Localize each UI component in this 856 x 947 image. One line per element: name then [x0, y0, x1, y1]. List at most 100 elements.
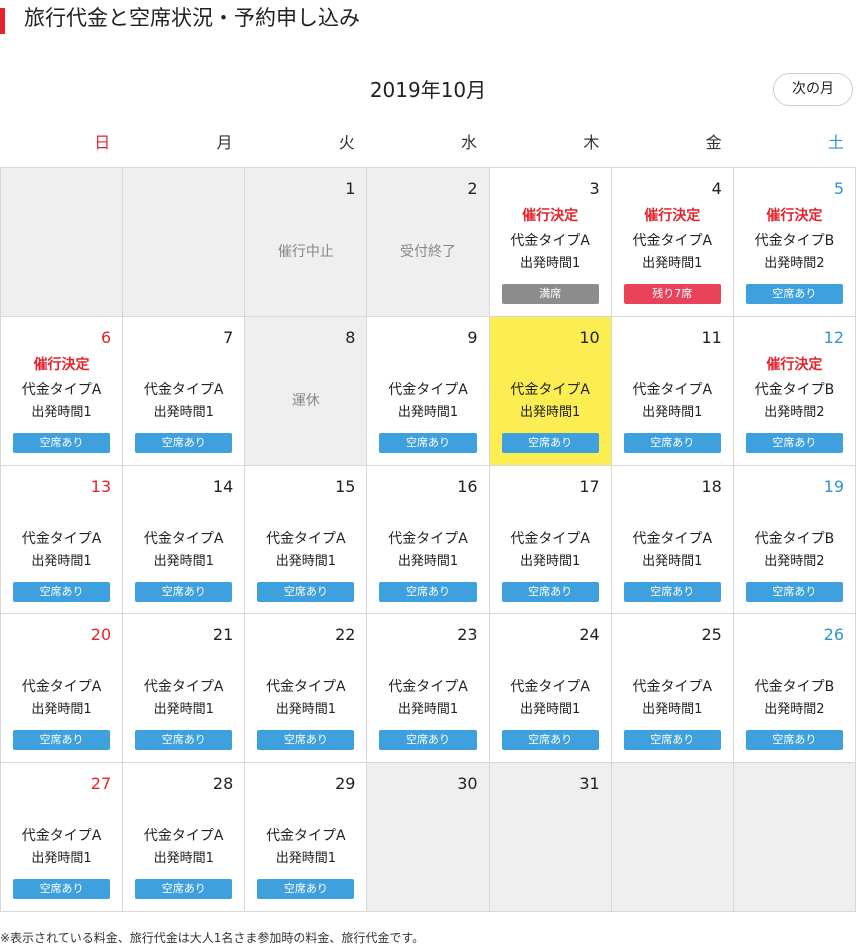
seats-available-button[interactable]: 空席あり	[135, 730, 233, 751]
header-accent-bar	[0, 8, 5, 34]
calendar-day-cell[interactable]: 22 代金タイプA 出発時間1 空席あり	[245, 614, 368, 764]
seats-available-button[interactable]: 空席あり	[257, 581, 355, 602]
day-number: 14	[212, 476, 234, 496]
calendar-day-cell[interactable]: 19 代金タイプB 出発時間2 空席あり	[733, 465, 856, 615]
day-number: 24	[579, 625, 600, 645]
calendar-day-cell[interactable]: 6 催行決定 代金タイプA 出発時間1 空席あり	[1, 316, 124, 466]
seats-available-button[interactable]: 空席あり	[745, 432, 843, 453]
departure-time-label: 出発時間1	[275, 553, 336, 569]
seats-available-button[interactable]: 空席あり	[745, 730, 843, 751]
few-seats-button[interactable]: 残り7席	[623, 284, 721, 304]
departure-time-label: 出発時間1	[153, 851, 214, 867]
seats-available-button[interactable]: 空席あり	[13, 581, 111, 602]
price-type-label: 代金タイプB	[754, 233, 835, 249]
calendar-day-cell[interactable]: 11 代金タイプA 出発時間1 空席あり	[611, 316, 734, 466]
departure-time-label: 出発時間1	[31, 553, 92, 569]
price-type-label: 代金タイプA	[266, 828, 346, 845]
departure-time-label: 出発時間1	[31, 851, 92, 867]
calendar-day-cell[interactable]: 20 代金タイプA 出発時間1 空席あり	[1, 614, 124, 764]
price-type-label: 代金タイプA	[510, 233, 590, 249]
day-number: 16	[457, 476, 478, 496]
seats-available-button[interactable]: 空席あり	[745, 284, 843, 304]
calendar-day-cell[interactable]: 7 代金タイプA 出発時間1 空席あり	[123, 316, 246, 466]
day-number: 18	[701, 476, 722, 496]
calendar-day-cell[interactable]: 12 催行決定 代金タイプB 出発時間2 空席あり	[733, 316, 856, 466]
day-number: 10	[579, 327, 600, 347]
price-type-label: 代金タイプA	[143, 381, 224, 398]
calendar-day-cell[interactable]: 26 代金タイプB 出発時間2 空席あり	[733, 614, 856, 764]
calendar-day-cell[interactable]: 13 代金タイプA 出発時間1 空席あり	[1, 465, 124, 615]
calendar-day-cell[interactable]: 4 催行決定 代金タイプA 出発時間1 残り7席	[611, 168, 734, 317]
calendar-grid: 1 催行中止 2 受付終了 3 催行決定 代金タイプA 出発時間1 満席 4 催行決定 代金タイプA 出…	[0, 167, 856, 912]
day-number: 23	[457, 625, 478, 645]
day-number: 9	[467, 327, 478, 347]
calendar-day-cell[interactable]: 16 代金タイプA 出発時間1 空席あり	[367, 465, 490, 615]
seats-available-button[interactable]: 空席あり	[379, 432, 477, 453]
seats-available-button[interactable]: 空席あり	[13, 879, 111, 900]
seats-available-button[interactable]: 空席あり	[13, 432, 111, 453]
seats-available-button[interactable]: 空席あり	[623, 581, 721, 602]
calendar-day-cell[interactable]: 5 催行決定 代金タイプB 出発時間2 空席あり	[733, 168, 856, 317]
tour-confirmed-label: 催行決定	[522, 208, 579, 224]
calendar-cell-empty	[733, 763, 856, 912]
tour-confirmed-label: 催行決定	[766, 208, 823, 224]
price-type-label: 代金タイプA	[388, 679, 468, 696]
calendar-day-cell[interactable]: 27 代金タイプA 出発時間1 空席あり	[1, 763, 124, 912]
day-number: 4	[711, 179, 722, 198]
seats-available-button[interactable]: 空席あり	[745, 581, 843, 602]
weekday-label: 火	[338, 133, 355, 152]
calendar-day-cell[interactable]: 21 代金タイプA 出発時間1 空席あり	[123, 614, 246, 764]
departure-time-label: 出発時間1	[31, 702, 92, 718]
price-type-label: 代金タイプA	[266, 679, 346, 696]
day-number: 17	[579, 476, 600, 496]
weekday-label: 土	[827, 133, 844, 152]
calendar-day-cell[interactable]: 17 代金タイプA 出発時間1 空席あり	[489, 465, 612, 615]
weekday-label: 金	[705, 133, 722, 152]
calendar-day-cell[interactable]: 3 催行決定 代金タイプA 出発時間1 満席	[489, 168, 612, 317]
calendar-day-cell[interactable]: 25 代金タイプA 出発時間1 空席あり	[611, 614, 734, 764]
price-type-label: 代金タイプA	[632, 530, 713, 547]
seats-available-button[interactable]: 空席あり	[623, 432, 721, 453]
departure-time-label: 出発時間1	[642, 404, 703, 420]
sold-out-badge: 満席	[501, 284, 599, 304]
calendar-day-cell[interactable]: 15 代金タイプA 出発時間1 空席あり	[245, 465, 368, 615]
day-number: 21	[212, 625, 234, 645]
calendar-day-cell[interactable]: 9 代金タイプA 出発時間1 空席あり	[367, 316, 490, 466]
seats-available-button[interactable]: 空席あり	[379, 581, 477, 602]
next-month-button[interactable]: 次の月	[773, 73, 853, 106]
day-number: 29	[335, 774, 356, 794]
departure-time-label: 出発時間1	[642, 553, 703, 569]
seats-available-button[interactable]: 空席あり	[135, 432, 233, 453]
seats-available-button[interactable]: 空席あり	[379, 730, 477, 751]
day-number: 15	[335, 476, 356, 496]
price-note: ※表示されている料金、旅行代金は大人1名さま参加時の料金、旅行代金です。	[0, 931, 425, 945]
departure-time-label: 出発時間1	[153, 553, 214, 569]
weekday-label: 水	[461, 133, 478, 152]
tour-confirmed-label: 催行決定	[33, 356, 90, 373]
calendar-day-cell[interactable]: 14 代金タイプA 出発時間1 空席あり	[123, 465, 246, 615]
seats-available-button[interactable]: 空席あり	[501, 432, 599, 453]
calendar-day-cell[interactable]: 28 代金タイプA 出発時間1 空席あり	[123, 763, 246, 912]
calendar-day-cell[interactable]: 18 代金タイプA 出発時間1 空席あり	[611, 465, 734, 615]
seats-available-button[interactable]: 空席あり	[135, 581, 233, 602]
price-type-label: 代金タイプA	[21, 679, 102, 696]
calendar-cell-empty	[123, 168, 246, 317]
calendar-day-cell[interactable]: 23 代金タイプA 出発時間1 空席あり	[367, 614, 490, 764]
departure-time-label: 出発時間1	[153, 702, 214, 718]
departure-time-label: 出発時間2	[764, 256, 825, 271]
departure-time-label: 出発時間2	[764, 404, 825, 420]
seats-available-button[interactable]: 空席あり	[623, 730, 721, 751]
calendar-day-cell[interactable]: 24 代金タイプA 出発時間1 空席あり	[489, 614, 612, 764]
departure-time-label: 出発時間1	[397, 702, 459, 718]
calendar-cell-closed: 31	[489, 763, 612, 912]
seats-available-button[interactable]: 空席あり	[501, 581, 599, 602]
calendar-day-cell[interactable]: 29 代金タイプA 出発時間1 空席あり	[245, 763, 368, 912]
seats-available-button[interactable]: 空席あり	[257, 879, 355, 900]
seats-available-button[interactable]: 空席あり	[135, 879, 233, 900]
price-type-label: 代金タイプA	[143, 530, 224, 547]
seats-available-button[interactable]: 空席あり	[257, 730, 355, 751]
seats-available-button[interactable]: 空席あり	[13, 730, 111, 751]
seats-available-button[interactable]: 空席あり	[501, 730, 599, 751]
page-title: 旅行代金と空席状況・予約申し込み	[24, 6, 360, 30]
calendar-day-cell[interactable]: 10 代金タイプA 出発時間1 空席あり	[489, 316, 612, 466]
